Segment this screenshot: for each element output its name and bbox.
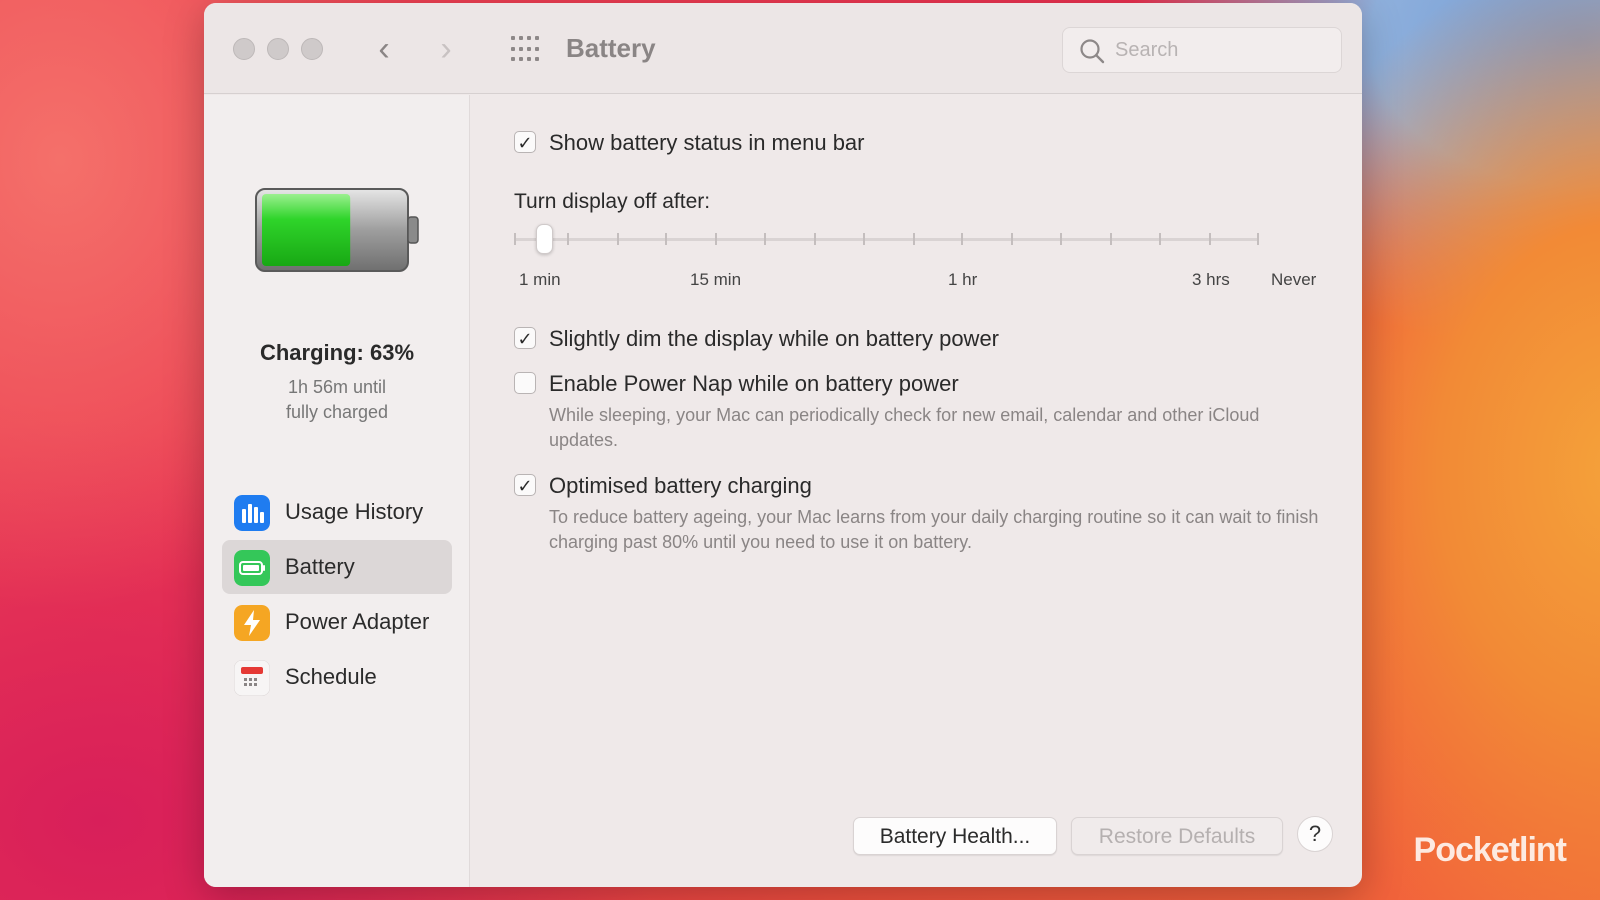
sidebar-nav: Usage History Battery Power Adapter Sche…	[222, 485, 452, 705]
slider-tick	[1110, 233, 1112, 245]
optimised-charging-description: To reduce battery ageing, your Mac learn…	[549, 507, 1319, 552]
close-button[interactable]	[233, 38, 255, 60]
slider-tick	[1257, 233, 1259, 245]
window-title: Battery	[566, 33, 656, 63]
restore-defaults-button[interactable]: Restore Defaults	[1071, 817, 1283, 855]
bar-chart-icon	[234, 495, 270, 531]
calendar-icon	[234, 660, 270, 696]
battery-settings-pane: ✓ Show battery status in menu bar Turn d…	[471, 95, 1362, 887]
show-all-grid-icon[interactable]	[511, 36, 539, 64]
tick-label-1-min: 1 min	[519, 270, 561, 289]
slider-tick	[665, 233, 667, 245]
slider-tick	[961, 233, 963, 245]
sidebar-item-power-adapter[interactable]: Power Adapter	[222, 595, 452, 649]
sidebar: Charging: 63% 1h 56m until fully charged…	[204, 95, 470, 887]
sidebar-item-schedule[interactable]: Schedule	[222, 650, 452, 704]
forward-chevron-icon[interactable]: ›	[431, 30, 461, 68]
slider-tick	[814, 233, 816, 245]
checkbox-power-nap[interactable]	[514, 372, 536, 394]
slider-tick	[1060, 233, 1062, 245]
time-remaining-line2: fully charged	[285, 402, 389, 422]
slider-tick	[514, 233, 516, 245]
pocketlint-watermark: Pocketlint	[1413, 831, 1567, 869]
power-nap-label: Enable Power Nap while on battery power	[549, 371, 959, 396]
search-icon	[1080, 39, 1105, 64]
dim-display-label: Slightly dim the display while on batter…	[549, 326, 1000, 351]
lightning-bolt-icon	[234, 605, 270, 641]
slider-tick	[1011, 233, 1013, 245]
show-battery-status-label: Show battery status in menu bar	[549, 130, 865, 155]
tick-label-1-hr: 1 hr	[948, 270, 978, 289]
system-preferences-window: ‹ › Battery Search Charging: 63% 1h 56m …	[204, 3, 1362, 887]
tick-label-never: Never	[1271, 270, 1317, 289]
sidebar-item-label: Usage History	[285, 499, 424, 524]
battery-icon	[234, 550, 270, 586]
tick-label-3-hrs: 3 hrs	[1192, 270, 1230, 289]
time-remaining: 1h 56m until fully charged	[204, 375, 470, 425]
display-off-slider[interactable]	[514, 220, 1259, 260]
sidebar-item-usage-history[interactable]: Usage History	[222, 485, 452, 539]
slider-tick	[1159, 233, 1161, 245]
battery-health-button[interactable]: Battery Health...	[853, 817, 1057, 855]
sidebar-item-label: Battery	[285, 554, 355, 579]
optimised-charging-label: Optimised battery charging	[549, 473, 812, 498]
sidebar-item-label: Power Adapter	[285, 609, 430, 634]
back-chevron-icon[interactable]: ‹	[369, 30, 399, 68]
sidebar-item-label: Schedule	[285, 664, 377, 689]
display-off-label: Turn display off after:	[514, 190, 711, 213]
power-nap-description: While sleeping, your Mac can periodicall…	[549, 405, 1260, 450]
slider-tick	[913, 233, 915, 245]
battery-level-icon	[255, 188, 419, 272]
search-field[interactable]	[1062, 27, 1342, 73]
checkbox-dim-display[interactable]: ✓	[514, 327, 536, 349]
title-bar: ‹ › Battery	[204, 3, 1362, 94]
sidebar-item-battery[interactable]: Battery	[222, 540, 452, 594]
checkbox-show-status[interactable]: ✓	[514, 131, 536, 153]
slider-tick	[863, 233, 865, 245]
slider-tick	[617, 233, 619, 245]
tick-label-15-min: 15 min	[690, 270, 742, 289]
help-button[interactable]: ?	[1297, 816, 1333, 852]
zoom-button[interactable]	[301, 38, 323, 60]
charging-status: Charging: 63%	[259, 340, 415, 365]
minimize-button[interactable]	[267, 38, 289, 60]
checkbox-optimised-charging[interactable]: ✓	[514, 474, 536, 496]
slider-tick	[715, 233, 717, 245]
slider-tick	[567, 233, 569, 245]
search-input[interactable]	[1115, 36, 1325, 64]
slider-knob[interactable]	[536, 224, 553, 254]
slider-tick	[1209, 233, 1211, 245]
slider-tick	[764, 233, 766, 245]
slider-track	[514, 238, 1259, 241]
time-remaining-line1: 1h 56m until	[287, 377, 387, 397]
